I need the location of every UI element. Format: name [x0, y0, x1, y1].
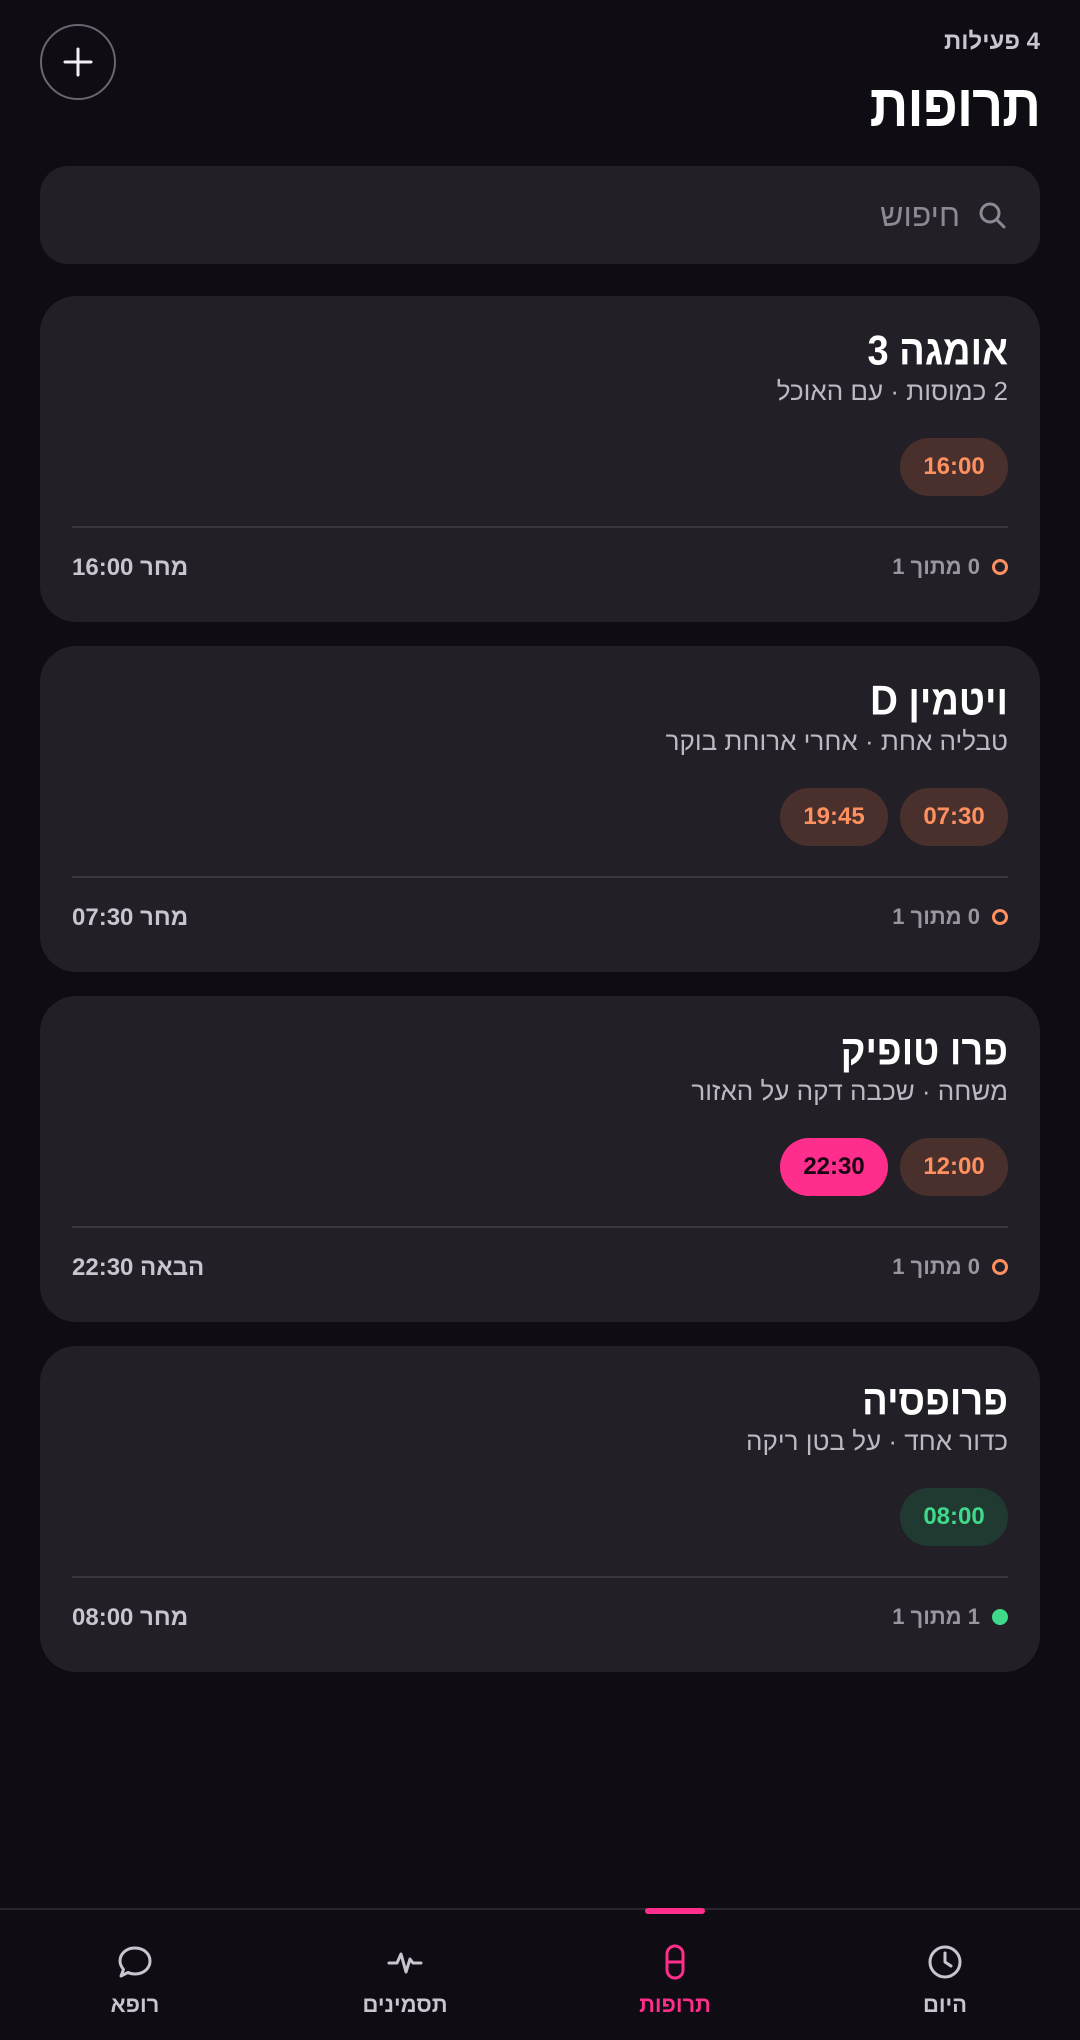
status-dot: [992, 909, 1008, 925]
dose-time-pill-next[interactable]: 22:30: [780, 1138, 888, 1196]
medication-dosage: כדור אחד · על בטן ריקה: [746, 1426, 1008, 1456]
chat-bubble-icon: [118, 1946, 152, 1978]
next-dose-label: מחר 08:00: [72, 1604, 189, 1631]
medication-dosage: משחה · שכבה דקה על האזור: [691, 1076, 1008, 1106]
medication-dosage: טבליה אחת · אחרי ארוחת בוקר: [665, 726, 1008, 756]
divider: [72, 1226, 1008, 1228]
progress-text: 0 מתוך 1: [892, 554, 980, 579]
dose-progress: 0 מתוך 1: [892, 1254, 1008, 1280]
next-dose-label: הבאה 22:30: [72, 1254, 205, 1281]
medication-card[interactable]: פרופסיה כדור אחד · על בטן ריקה 08:00 1 מ…: [40, 1346, 1040, 1672]
status-dot: [992, 559, 1008, 575]
medication-name: ויטמין D: [870, 678, 1008, 725]
progress-text: 0 מתוך 1: [892, 904, 980, 929]
dose-times: 07:30 19:45: [780, 788, 1008, 846]
nav-label: תסמינים: [362, 1992, 448, 2017]
search-bar[interactable]: [40, 166, 1040, 264]
medication-card[interactable]: אומגה 3 2 כמוסות · עם האוכל 16:00 0 מתוך…: [40, 296, 1040, 622]
add-medication-button[interactable]: [40, 24, 116, 100]
nav-today[interactable]: היום: [810, 1910, 1080, 2040]
dose-progress: 0 מתוך 1: [892, 904, 1008, 930]
status-dot-done: [992, 1609, 1008, 1625]
active-tab-indicator: [645, 1908, 705, 1914]
search-icon: [979, 202, 1006, 229]
search-input[interactable]: [72, 196, 960, 234]
dose-times: 08:00: [900, 1488, 1008, 1546]
next-dose-label: מחר 07:30: [72, 904, 189, 931]
dose-time-pill-done[interactable]: 08:00: [900, 1488, 1008, 1546]
dose-progress: 0 מתוך 1: [892, 554, 1008, 580]
medication-name: אומגה 3: [867, 328, 1008, 375]
dose-time-pill[interactable]: 19:45: [780, 788, 888, 846]
medication-name: פרופסיה: [862, 1378, 1008, 1425]
medication-card[interactable]: ויטמין D טבליה אחת · אחרי ארוחת בוקר 07:…: [40, 646, 1040, 972]
active-count: 4 פעילות: [944, 28, 1040, 55]
medication-card[interactable]: פרו טופיק משחה · שכבה דקה על האזור 12:00…: [40, 996, 1040, 1322]
divider: [72, 526, 1008, 528]
dose-time-pill[interactable]: 07:30: [900, 788, 1008, 846]
medication-dosage: 2 כמוסות · עם האוכל: [776, 376, 1008, 406]
bottom-nav: היום תרופות תסמינים רופא: [0, 1908, 1080, 2040]
progress-text: 1 מתוך 1: [892, 1604, 980, 1629]
nav-label: רופא: [110, 1992, 160, 2017]
progress-text: 0 מתוך 1: [892, 1254, 980, 1279]
pulse-icon: [387, 1952, 423, 1974]
pill-icon: [665, 1944, 685, 1980]
divider: [72, 1576, 1008, 1578]
medication-list: אומגה 3 2 כמוסות · עם האוכל 16:00 0 מתוך…: [40, 296, 1040, 1696]
nav-label: תרופות: [639, 1992, 711, 2017]
dose-time-pill[interactable]: 12:00: [900, 1138, 1008, 1196]
page-title: תרופות: [869, 73, 1041, 140]
plus-icon: [63, 47, 93, 77]
nav-label: היום: [923, 1992, 967, 2017]
nav-doctor[interactable]: רופא: [0, 1910, 270, 2040]
next-dose-label: מחר 16:00: [72, 554, 189, 581]
nav-symptoms[interactable]: תסמינים: [270, 1910, 540, 2040]
dose-progress: 1 מתוך 1: [892, 1604, 1008, 1630]
medication-name: פרו טופיק: [840, 1028, 1008, 1075]
nav-medications[interactable]: תרופות: [540, 1908, 810, 2040]
divider: [72, 876, 1008, 878]
dose-time-pill[interactable]: 16:00: [900, 438, 1008, 496]
dose-times: 12:00 22:30: [780, 1138, 1008, 1196]
dose-times: 16:00: [900, 438, 1008, 496]
status-dot: [992, 1259, 1008, 1275]
medications-screen: 4 פעילות תרופות אומגה 3 2 כמוסות · עם הא…: [0, 0, 1080, 2040]
clock-icon: [928, 1945, 962, 1979]
header: 4 פעילות תרופות: [0, 0, 1080, 160]
